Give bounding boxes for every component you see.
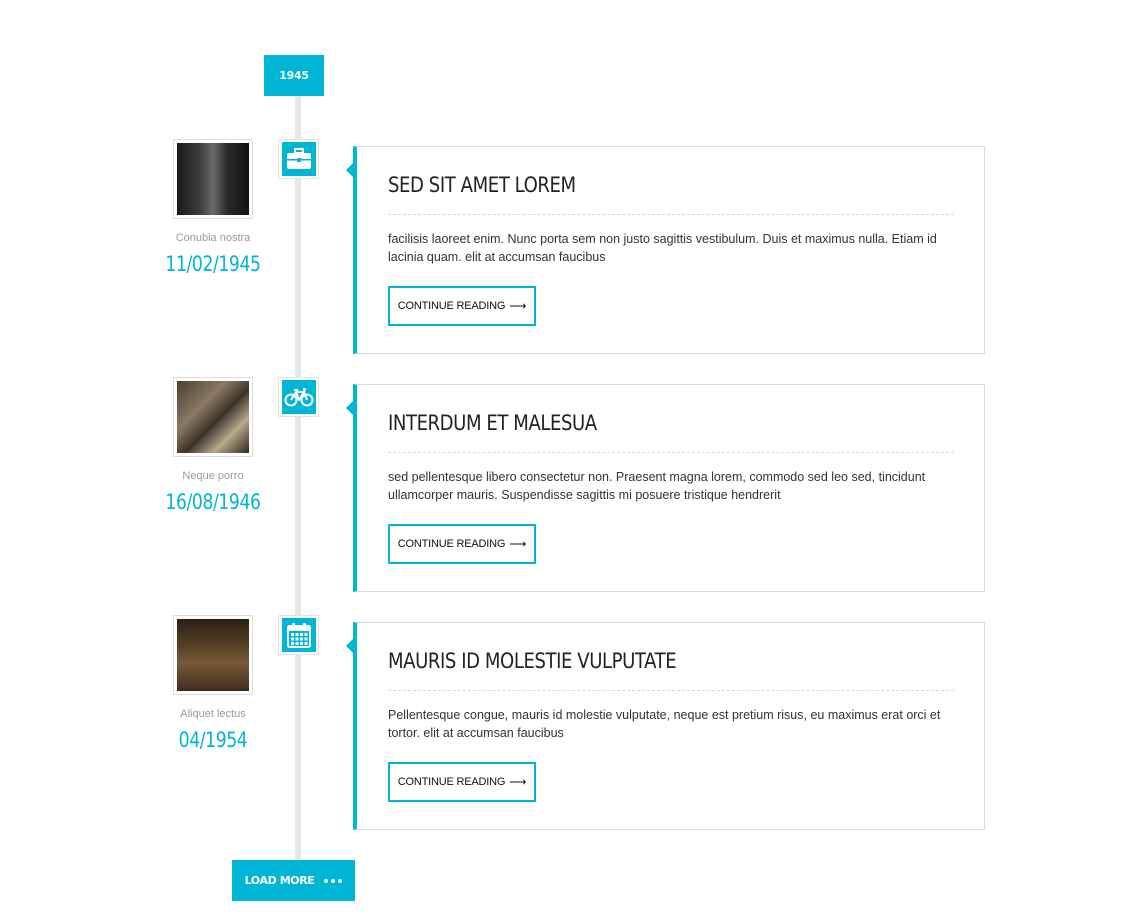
thumbnail-image: [177, 143, 249, 215]
timeline-entry: Conubia nostra 11/02/1945 SED SIT AMET L…: [0, 139, 1132, 356]
entry-date: 11/02/1945: [165, 252, 261, 276]
timeline-entry: Neque porro 16/08/1946 INTERDUM ET MALES…: [0, 377, 1132, 594]
thumbnail-image: [177, 619, 249, 691]
continue-reading-button[interactable]: CONTINUE READING ⟶: [388, 524, 536, 564]
arrow-right-icon: ⟶: [509, 775, 527, 789]
entry-excerpt: sed pellentesque libero consectetur non.…: [388, 470, 926, 502]
thumbnail-image: [177, 381, 249, 453]
card-divider: [388, 214, 954, 215]
card-divider: [388, 690, 954, 691]
entry-thumbnail[interactable]: [173, 139, 253, 219]
entry-icon-box: [278, 377, 319, 417]
entry-card: SED SIT AMET LOREM facilisis laoreet eni…: [346, 146, 985, 354]
entry-date: 16/08/1946: [165, 490, 261, 514]
card-pointer: [346, 639, 353, 653]
entry-title[interactable]: INTERDUM ET MALESUA: [388, 411, 597, 435]
entry-icon-box: [278, 615, 319, 655]
entry-card: INTERDUM ET MALESUA sed pellentesque lib…: [346, 384, 985, 592]
entry-date: 04/1954: [178, 728, 248, 752]
entry-title[interactable]: SED SIT AMET LOREM: [388, 173, 576, 197]
button-label: CONTINUE READING: [397, 538, 506, 550]
entry-thumbnail[interactable]: [173, 615, 253, 695]
entry-label: Neque porro: [182, 470, 244, 482]
year-badge: 1945: [264, 55, 324, 96]
entry-card: MAURIS ID MOLESTIE VULPUTATE Pellentesqu…: [346, 622, 985, 830]
continue-reading-button[interactable]: CONTINUE READING ⟶: [388, 762, 536, 802]
bicycle-icon: [284, 388, 313, 407]
entry-title[interactable]: MAURIS ID MOLESTIE VULPUTATE: [388, 649, 677, 673]
timeline-entry: Aliquet lectus 04/1954 MAURIS ID MOLESTI…: [0, 615, 1132, 832]
load-more-label: LOAD MORE: [244, 874, 315, 887]
entry-excerpt: facilisis laoreet enim. Nunc porta sem n…: [388, 232, 937, 264]
entry-excerpt: Pellentesque congue, mauris id molestie …: [388, 708, 941, 740]
load-more-button[interactable]: LOAD MORE: [232, 860, 355, 901]
entry-label: Aliquet lectus: [180, 708, 246, 720]
button-label: CONTINUE READING: [397, 300, 506, 312]
card-pointer: [346, 401, 353, 415]
card-divider: [388, 452, 954, 453]
card-pointer: [346, 163, 353, 177]
briefcase-icon: [286, 148, 311, 169]
continue-reading-button[interactable]: CONTINUE READING ⟶: [388, 286, 536, 326]
arrow-right-icon: ⟶: [509, 537, 527, 551]
entry-thumbnail[interactable]: [173, 377, 253, 457]
button-label: CONTINUE READING: [397, 776, 506, 788]
ellipsis-icon: [324, 878, 343, 883]
entry-label: Conubia nostra: [175, 232, 251, 244]
calendar-icon: [286, 623, 311, 648]
arrow-right-icon: ⟶: [509, 299, 527, 313]
entry-icon-box: [278, 139, 319, 179]
